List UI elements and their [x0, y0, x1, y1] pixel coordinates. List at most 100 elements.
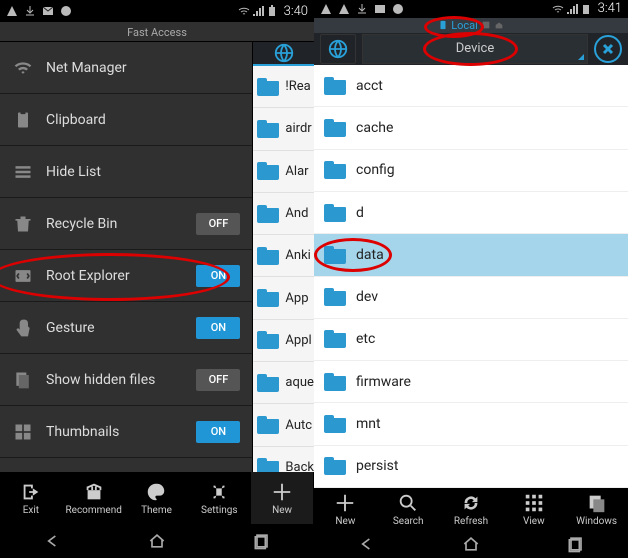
wifi-icon	[238, 5, 250, 17]
nav-home-icon[interactable]	[460, 534, 482, 554]
settings-button[interactable]: Settings	[188, 472, 251, 524]
fa-label: Net Manager	[46, 60, 240, 76]
folder-label: acct	[356, 78, 383, 94]
folder-icon	[257, 289, 279, 307]
new-button[interactable]: New	[251, 472, 314, 524]
btn-label: Windows	[576, 516, 617, 527]
partial-folder-row[interactable]: Appl	[253, 320, 314, 362]
signal-icon	[252, 5, 264, 17]
partial-folder-row[interactable]: Alar	[253, 151, 314, 193]
folder-label: App	[285, 291, 308, 306]
fast-access-item-root-explorer[interactable]: Root Explorer ON	[0, 250, 252, 302]
folder-label: firmware	[356, 374, 411, 390]
folder-icon	[257, 162, 279, 180]
mail-icon	[374, 3, 386, 15]
btn-label: Recommend	[65, 505, 121, 516]
gesture-icon	[12, 317, 34, 339]
tab-indicator[interactable]	[253, 42, 314, 66]
right-screenshot: 3:41 Local Device acct cacheconfig d datade…	[314, 0, 628, 558]
trash-icon	[12, 213, 34, 235]
folder-label: d	[356, 205, 364, 221]
nav-bar-left	[0, 524, 314, 558]
list-icon	[12, 161, 34, 183]
wifi-icon	[552, 3, 564, 15]
clipboard-icon	[12, 109, 34, 131]
fa-label: Recycle Bin	[46, 216, 184, 232]
exit-button[interactable]: Exit	[0, 472, 63, 524]
toggle-off[interactable]: OFF	[196, 213, 240, 235]
fast-access-item-gesture[interactable]: Gesture ON	[0, 302, 252, 354]
toggle-on[interactable]: ON	[196, 421, 240, 443]
nav-home-icon[interactable]	[146, 531, 168, 551]
globe-tab-button[interactable]	[320, 34, 356, 64]
partial-folder-row[interactable]: App	[253, 277, 314, 319]
fast-access-item-show-hidden[interactable]: Show hidden files OFF	[0, 354, 252, 406]
nav-bar-right	[314, 530, 628, 558]
toggle-on[interactable]: ON	[196, 317, 240, 339]
warning-icon	[338, 3, 350, 15]
dropdown-label: Device	[456, 41, 495, 56]
location-toolbar: Device	[314, 33, 628, 66]
partial-folder-row[interactable]: Autc	[253, 404, 314, 446]
fast-access-item-hide-list[interactable]: Hide List	[0, 146, 252, 198]
folder-icon	[257, 458, 279, 472]
folder-row-acct[interactable]: acct	[314, 65, 628, 107]
partial-folder-row[interactable]: Back	[253, 447, 314, 472]
root-icon	[12, 265, 34, 287]
new-button[interactable]: New	[314, 492, 377, 527]
folder-label: aque	[285, 375, 314, 390]
folder-row-cache[interactable]: cache	[314, 107, 628, 149]
toggle-off[interactable]: OFF	[196, 369, 240, 391]
folder-row-d[interactable]: d	[314, 192, 628, 234]
recommend-button[interactable]: Recommend	[63, 472, 126, 524]
partial-folder-row[interactable]: !Rea	[253, 66, 314, 108]
folder-icon	[324, 204, 346, 222]
thumbnails-icon	[12, 421, 34, 443]
view-button[interactable]: View	[502, 492, 565, 527]
whatsapp-icon	[60, 5, 72, 17]
folder-label: airdr	[285, 121, 311, 136]
nav-back-icon[interactable]	[355, 534, 377, 554]
theme-button[interactable]: Theme	[126, 472, 189, 524]
btn-label: New	[272, 505, 292, 516]
folder-row-mnt[interactable]: mnt	[314, 403, 628, 445]
fast-access-item-clipboard[interactable]: Clipboard	[0, 94, 252, 146]
folder-row-dev[interactable]: dev	[314, 277, 628, 319]
partial-folder-row[interactable]: airdr	[253, 108, 314, 150]
folder-icon	[324, 77, 346, 95]
nav-recent-icon[interactable]	[565, 534, 587, 554]
toggle-on[interactable]: ON	[196, 265, 240, 287]
fast-access-item-thumbnails[interactable]: Thumbnails ON	[0, 406, 252, 458]
nav-recent-icon[interactable]	[251, 531, 273, 551]
fast-access-item-recycle-bin[interactable]: Recycle Bin OFF	[0, 198, 252, 250]
location-dropdown[interactable]: Device	[362, 34, 588, 64]
refresh-button[interactable]: Refresh	[440, 492, 503, 527]
folder-label: etc	[356, 331, 375, 347]
breadcrumb-bar[interactable]: Local	[314, 18, 628, 33]
partial-folder-row[interactable]: Anki	[253, 235, 314, 277]
left-screenshot: 3:40 Fast Access Net Manager Clipboard H…	[0, 0, 314, 558]
folder-row-config[interactable]: config	[314, 150, 628, 192]
folder-icon	[257, 247, 279, 265]
whatsapp-icon	[392, 3, 404, 15]
folder-row-etc[interactable]: etc	[314, 319, 628, 361]
sd-icon	[481, 20, 491, 30]
folder-row-persist[interactable]: persist	[314, 446, 628, 488]
windows-button[interactable]: Windows	[565, 492, 628, 527]
fa-label: Root Explorer	[46, 268, 184, 284]
nav-back-icon[interactable]	[41, 531, 63, 551]
folder-row-data[interactable]: data	[314, 234, 628, 276]
partial-folder-row[interactable]: And	[253, 193, 314, 235]
close-tab-button[interactable]	[594, 35, 622, 63]
status-bar-right: 3:41	[314, 0, 628, 18]
partial-folder-row[interactable]: aque	[253, 362, 314, 404]
btn-label: Search	[393, 516, 424, 527]
folder-icon	[324, 161, 346, 179]
folder-row-firmware[interactable]: firmware	[314, 361, 628, 403]
search-button[interactable]: Search	[377, 492, 440, 527]
fast-access-item-net-manager[interactable]: Net Manager	[0, 42, 252, 94]
folder-list[interactable]: acct cacheconfig d datadev etc firmware mntper…	[314, 65, 628, 488]
btn-label: View	[523, 516, 545, 527]
fa-label: Gesture	[46, 320, 184, 336]
btn-label: Theme	[141, 505, 172, 516]
